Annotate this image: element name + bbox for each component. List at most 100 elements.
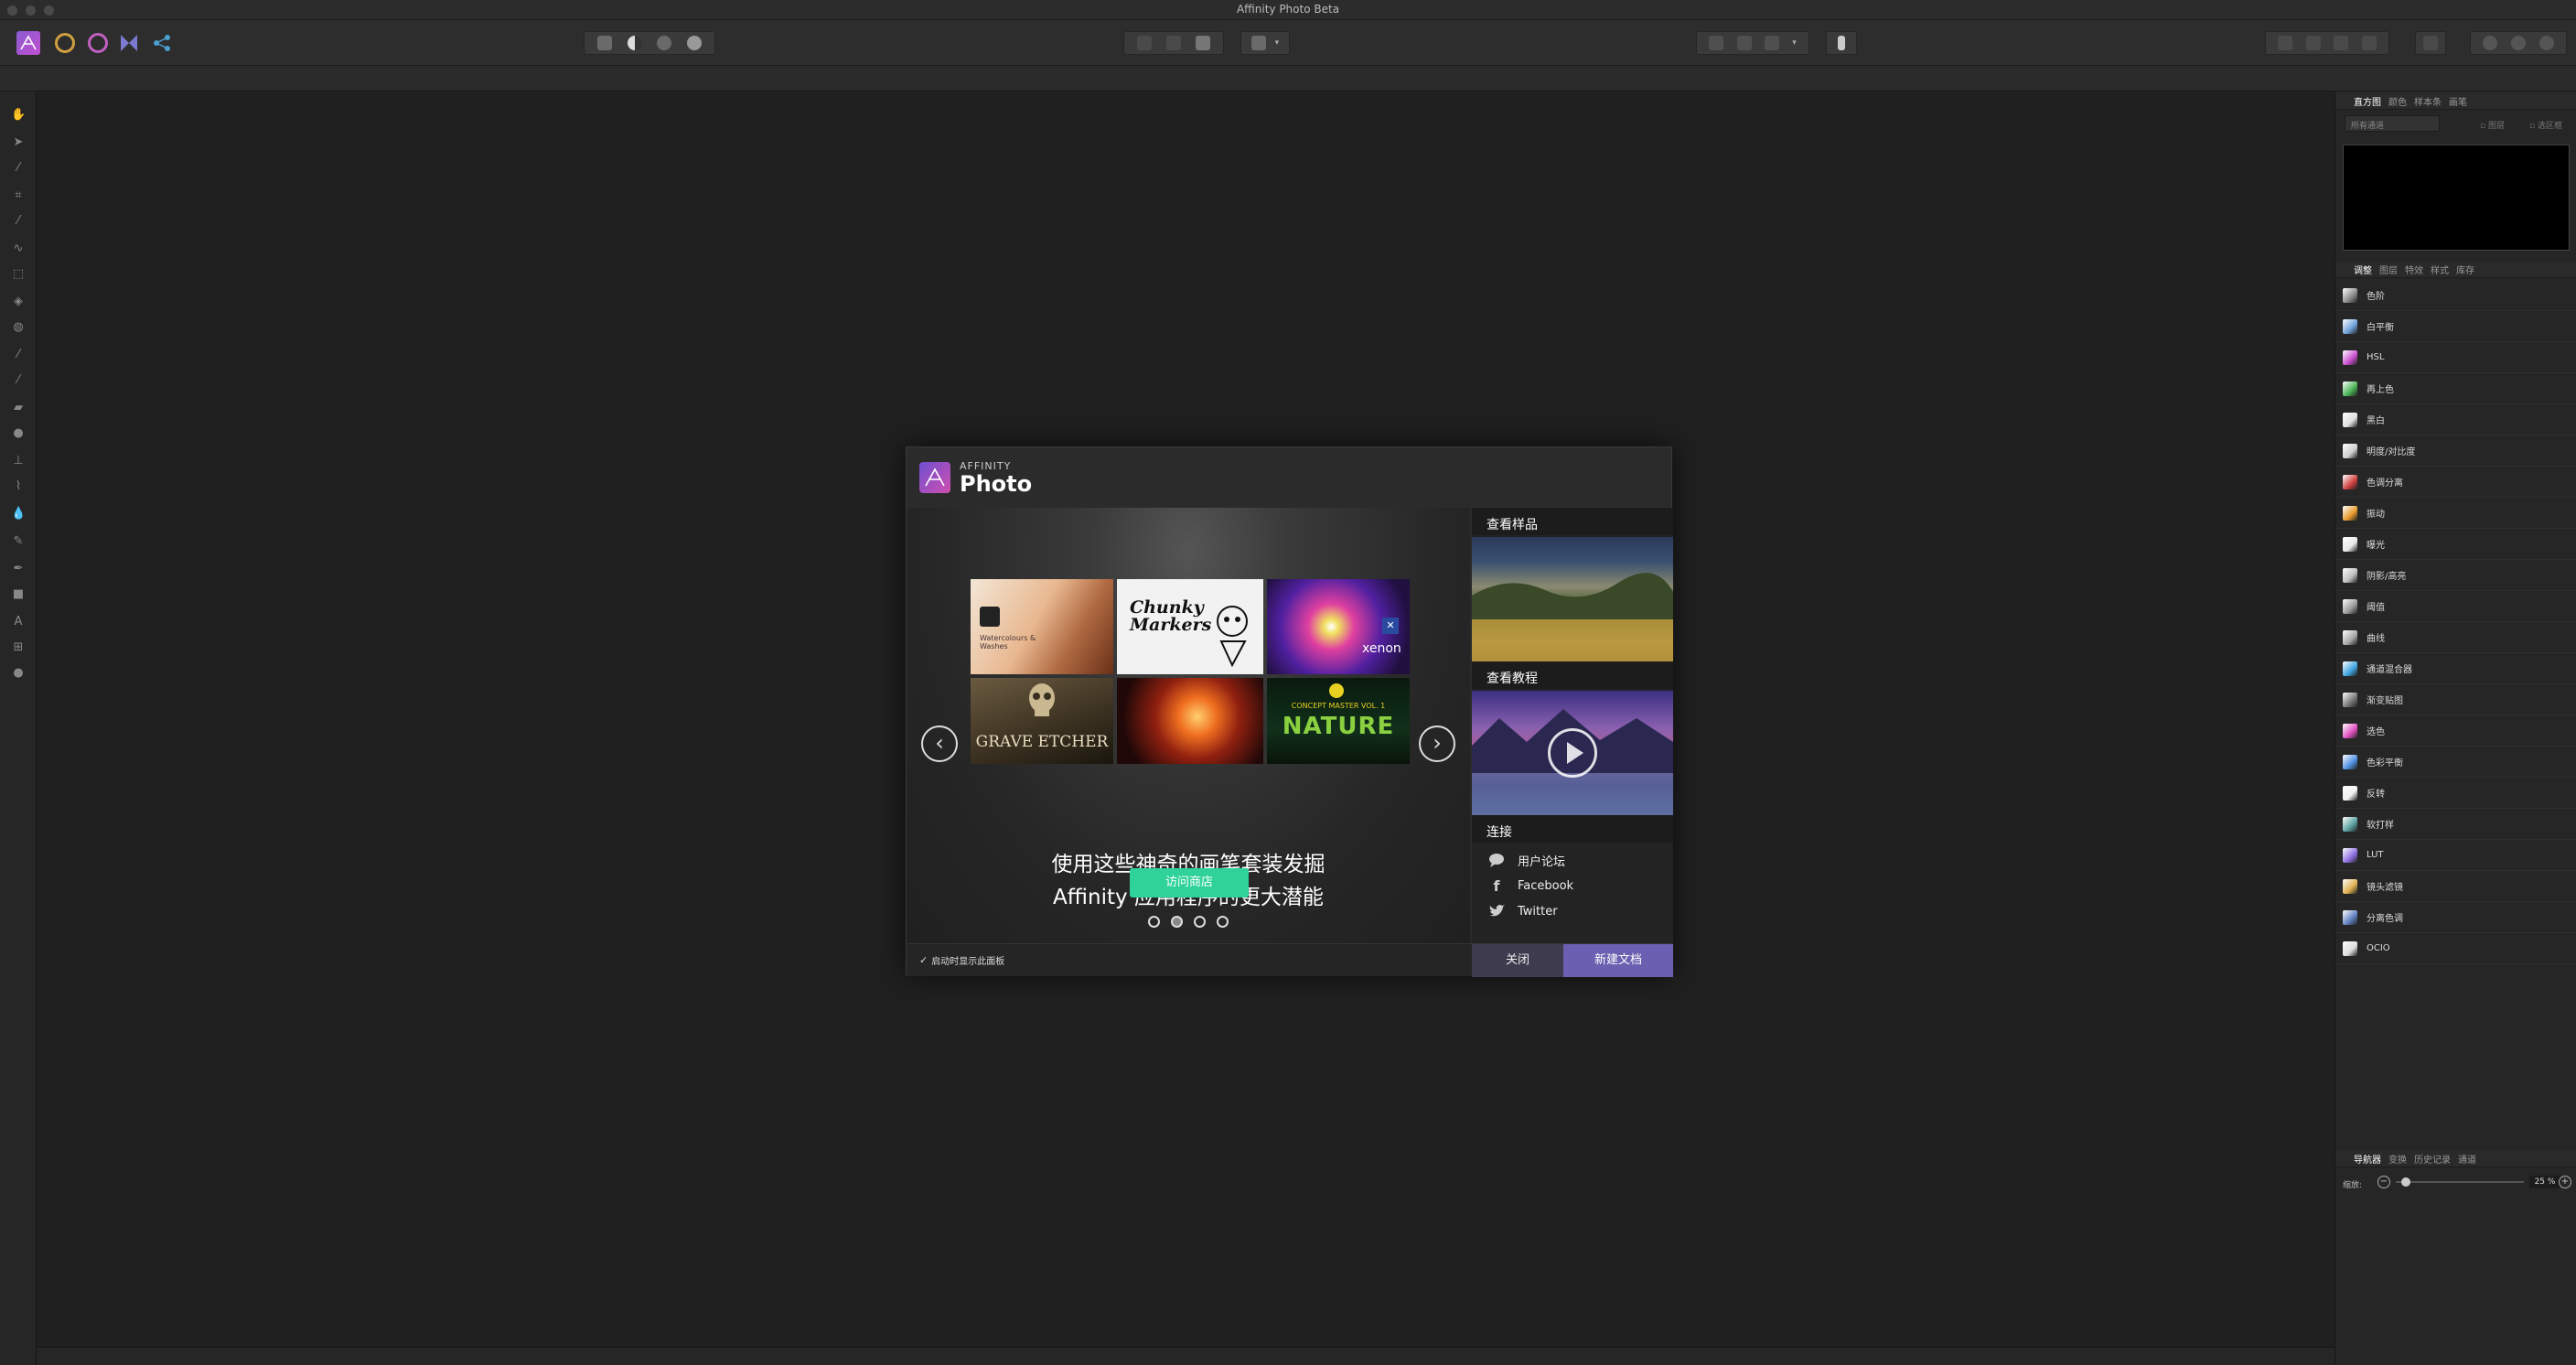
- zoom-out-button[interactable]: −: [2377, 1176, 2390, 1188]
- adjustment-item[interactable]: 阈值: [2335, 591, 2576, 622]
- liquify-persona-icon[interactable]: [55, 33, 75, 53]
- develop-persona-icon[interactable]: [88, 33, 108, 53]
- selection-mode-1-icon[interactable]: [1137, 36, 1152, 50]
- tone-mapping-persona-icon[interactable]: [119, 33, 139, 53]
- zoom-value-field[interactable]: 25 %: [2529, 1176, 2560, 1188]
- promo-thumbnail-nature[interactable]: CONCEPT MASTER VOL. 1 NATURE: [1267, 678, 1410, 764]
- shape-tool-icon[interactable]: ■: [11, 587, 26, 602]
- boolean-subtract-icon[interactable]: [2510, 36, 2526, 50]
- tab-styles[interactable]: 样式: [2431, 263, 2449, 276]
- adjustment-item[interactable]: 白平衡: [2335, 311, 2576, 342]
- adjustment-item[interactable]: 分离色调: [2335, 902, 2576, 933]
- show-on-startup-checkbox[interactable]: ✓ 启动时显示此面板: [919, 953, 1004, 967]
- adjustment-item[interactable]: 色阶: [2335, 280, 2576, 311]
- promo-thumbnail-xenon[interactable]: ✕ xenon: [1267, 579, 1410, 674]
- adjustment-item[interactable]: 软打样: [2335, 809, 2576, 840]
- boolean-add-icon[interactable]: [2483, 36, 2498, 50]
- arrange-icon[interactable]: [1709, 36, 1724, 50]
- tab-color[interactable]: 颜色: [2388, 94, 2407, 108]
- flood-select-icon[interactable]: ∿: [11, 242, 26, 256]
- quick-mask-icon[interactable]: [1250, 36, 1266, 50]
- adjustment-item[interactable]: 阴影/高亮: [2335, 560, 2576, 591]
- assistant-icon[interactable]: [1838, 36, 1845, 50]
- clone-tool-icon[interactable]: ⊥: [11, 454, 26, 468]
- auto-levels-icon[interactable]: [597, 36, 613, 50]
- adjustment-item[interactable]: 明度/对比度: [2335, 435, 2576, 467]
- carousel-prev-button[interactable]: ‹: [921, 725, 958, 762]
- layer-order-4-icon[interactable]: [2361, 36, 2377, 50]
- tab-transform[interactable]: 变换: [2388, 1152, 2407, 1166]
- layer-order-2-icon[interactable]: [2305, 36, 2321, 50]
- selection-checkbox[interactable]: ▫ 选区框: [2529, 119, 2562, 131]
- new-document-button[interactable]: 新建文档: [1563, 944, 1673, 977]
- tab-effects[interactable]: 特效: [2405, 263, 2423, 276]
- promo-thumbnail-grave-etcher[interactable]: GRAVE ETCHER: [971, 678, 1113, 764]
- close-button[interactable]: 关闭: [1472, 944, 1563, 977]
- tab-navigator[interactable]: 导航器: [2354, 1152, 2381, 1166]
- adjustment-item[interactable]: 通道混合器: [2335, 653, 2576, 684]
- selection-mode-2-icon[interactable]: [1166, 36, 1181, 50]
- pen-tool-icon[interactable]: ✎: [11, 534, 26, 549]
- photo-persona-icon[interactable]: [16, 31, 40, 55]
- adjustment-item[interactable]: 振动: [2335, 498, 2576, 529]
- auto-colors-icon[interactable]: [657, 36, 672, 50]
- carousel-next-button[interactable]: ›: [1419, 725, 1455, 762]
- layer-order-3-icon[interactable]: [2334, 36, 2349, 50]
- link-user-forum[interactable]: 用户论坛: [1488, 850, 1565, 870]
- color-picker-icon[interactable]: ⁄: [11, 161, 26, 176]
- tab-history[interactable]: 历史记录: [2414, 1152, 2451, 1166]
- mesh-warp-icon[interactable]: ⊞: [11, 640, 26, 655]
- healing-tool-icon[interactable]: ⌇: [11, 479, 26, 494]
- hand-tool-icon[interactable]: ✋: [11, 108, 26, 123]
- tab-histogram[interactable]: 直方图: [2354, 94, 2381, 108]
- crop-tool-icon[interactable]: ⌗: [11, 188, 26, 203]
- eraser-tool-icon[interactable]: ▰: [11, 401, 26, 415]
- tutorials-thumbnail[interactable]: [1472, 691, 1673, 815]
- adjustment-item[interactable]: 色调分离: [2335, 467, 2576, 498]
- tab-layers[interactable]: 图层: [2379, 263, 2398, 276]
- dodge-brush-icon[interactable]: ⁄: [11, 373, 26, 388]
- play-icon[interactable]: [1548, 728, 1597, 778]
- promo-thumbnail-markers[interactable]: Chunky Markers: [1117, 579, 1263, 674]
- adjustment-item[interactable]: 渐变贴图: [2335, 684, 2576, 715]
- promo-thumbnail-fire[interactable]: [1117, 678, 1263, 764]
- blur-tool-icon[interactable]: 💧: [11, 507, 26, 521]
- tab-swatches[interactable]: 样本条: [2414, 94, 2442, 108]
- channel-select[interactable]: 所有通道: [2345, 115, 2440, 132]
- auto-white-balance-icon[interactable]: [686, 36, 702, 50]
- adjustment-item[interactable]: LUT: [2335, 840, 2576, 871]
- zoom-in-button[interactable]: +: [2559, 1176, 2571, 1188]
- adjustment-item[interactable]: 曲线: [2335, 622, 2576, 653]
- zoom-tool-icon[interactable]: ●: [11, 666, 26, 681]
- selection-mode-3-icon[interactable]: [1196, 36, 1210, 50]
- adjustment-item[interactable]: 镜头滤镜: [2335, 871, 2576, 902]
- text-tool-icon[interactable]: A: [11, 615, 26, 629]
- zoom-slider[interactable]: [2396, 1181, 2524, 1183]
- link-twitter[interactable]: Twitter: [1488, 901, 1558, 921]
- snapping-icon[interactable]: [1764, 36, 1779, 50]
- boolean-intersect-icon[interactable]: [2538, 36, 2554, 50]
- node-tool-icon[interactable]: ✒: [11, 562, 26, 576]
- marquee-tool-icon[interactable]: ⬚: [11, 267, 26, 282]
- carousel-dot[interactable]: [1217, 916, 1229, 928]
- tab-channels[interactable]: 通道: [2458, 1152, 2476, 1166]
- selection-brush-icon[interactable]: ⁄: [11, 214, 26, 229]
- move-tool-icon[interactable]: ➤: [11, 135, 26, 150]
- carousel-dot[interactable]: [1171, 916, 1183, 928]
- layer-order-1-icon[interactable]: [2278, 36, 2293, 50]
- smudge-tool-icon[interactable]: ●: [11, 426, 26, 441]
- chevron-down-icon[interactable]: ▾: [1792, 38, 1797, 48]
- transform-icon[interactable]: [2423, 36, 2438, 50]
- adjustment-item[interactable]: 色彩平衡: [2335, 747, 2576, 778]
- adjustment-item[interactable]: OCIO: [2335, 933, 2576, 964]
- samples-thumbnail[interactable]: [1472, 537, 1673, 661]
- visit-store-button[interactable]: 访问商店: [1130, 868, 1249, 897]
- adjustment-item[interactable]: 曝光: [2335, 529, 2576, 560]
- adjustment-item[interactable]: HSL: [2335, 342, 2576, 373]
- adjustment-item[interactable]: 再上色: [2335, 373, 2576, 404]
- chevron-down-icon[interactable]: ▾: [1275, 38, 1280, 48]
- zoom-slider-handle[interactable]: [2401, 1177, 2410, 1187]
- align-icon[interactable]: [1736, 36, 1752, 50]
- carousel-dot[interactable]: [1148, 916, 1160, 928]
- export-persona-icon[interactable]: [152, 33, 172, 53]
